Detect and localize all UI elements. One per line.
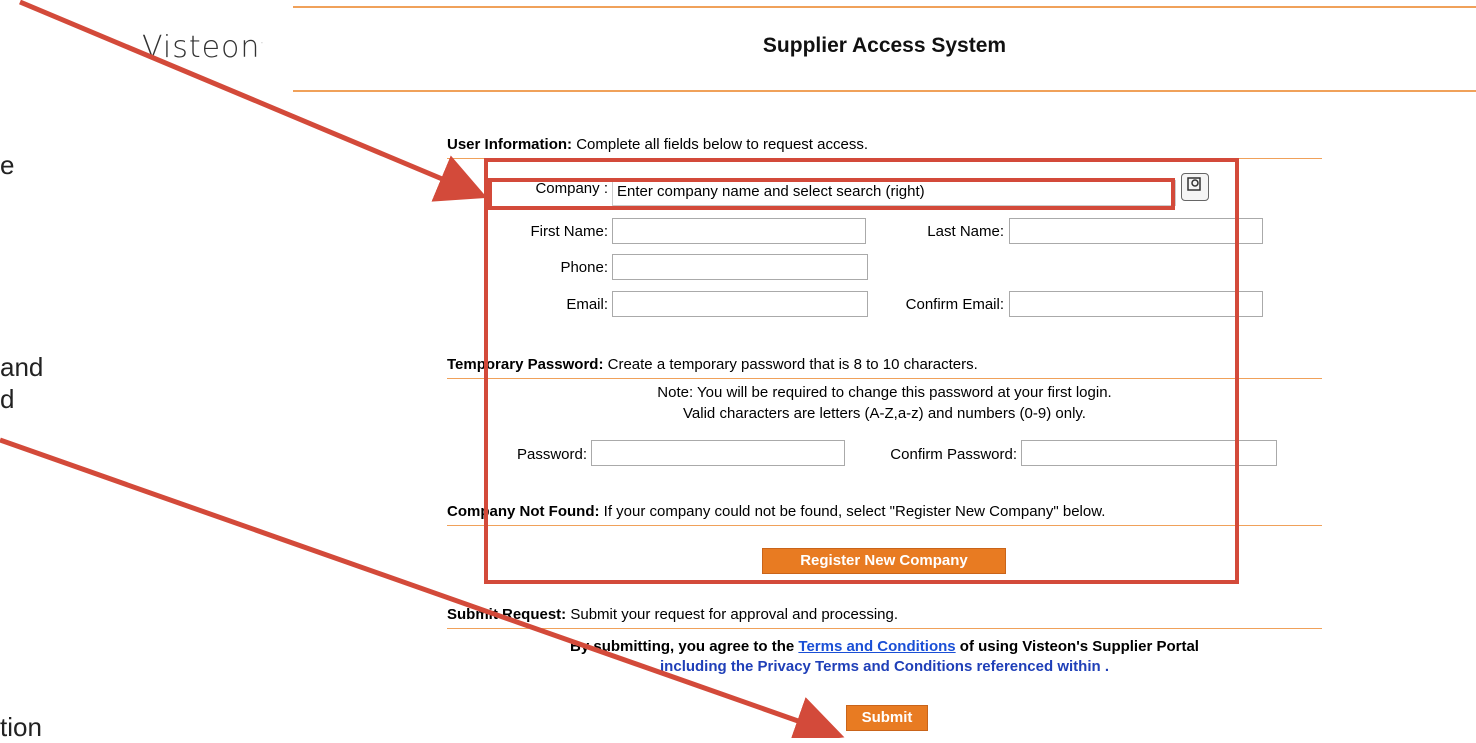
arrow-to-submit-button [0,437,845,738]
annotation-arrows [0,0,845,738]
arrow-to-company-field [19,0,488,202]
